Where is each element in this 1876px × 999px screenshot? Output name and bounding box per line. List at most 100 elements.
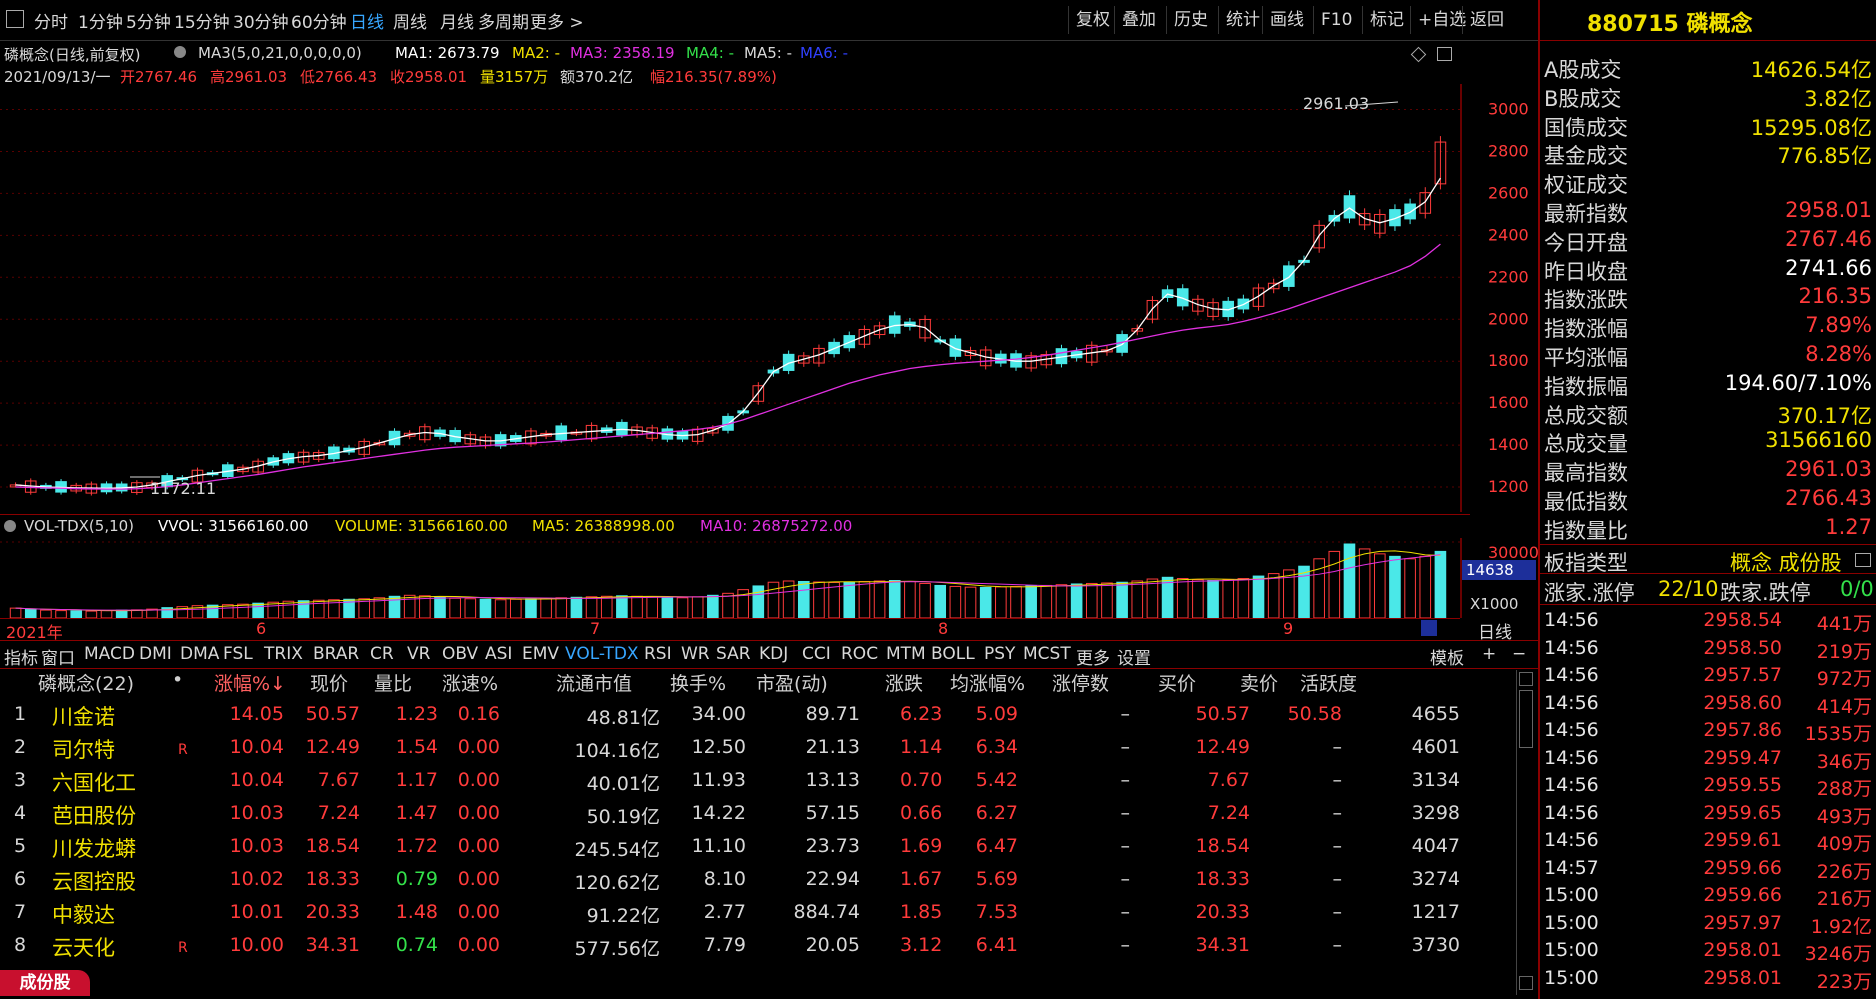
indicator-tab-18[interactable]: CCI bbox=[802, 644, 831, 664]
table-row[interactable]: 2 司尔特 R 10.04 12.49 1.54 0.00 104.16亿 12.50 21.13… bbox=[0, 731, 1520, 764]
indicator-tab-8[interactable]: CR bbox=[370, 644, 394, 664]
toolbar-button-5[interactable]: F10 bbox=[1313, 6, 1359, 34]
scroll-marker[interactable] bbox=[1421, 620, 1437, 636]
toolbar-button-8[interactable]: 返回 bbox=[1462, 6, 1511, 34]
indicator-tab-16[interactable]: SAR bbox=[716, 644, 751, 664]
indicator-tab-11[interactable]: ASI bbox=[485, 644, 512, 664]
toolbar-button-0[interactable]: 复权 bbox=[1068, 6, 1117, 34]
column-header-3[interactable]: 现价 bbox=[310, 669, 348, 696]
indicator-tab-5[interactable]: FSL bbox=[223, 644, 253, 664]
volume-bar bbox=[540, 597, 552, 618]
indicator-tab-20[interactable]: MTM bbox=[886, 644, 926, 664]
indicator-tab-3[interactable]: DMI bbox=[139, 644, 172, 664]
indicator-tab-12[interactable]: EMV bbox=[522, 644, 559, 664]
indicator-tab-0[interactable]: 指标 bbox=[4, 644, 38, 669]
indicator-tab-21[interactable]: BOLL bbox=[931, 644, 975, 664]
table-row[interactable]: 1 川金诺 14.05 50.57 1.23 0.16 48.81亿 34.00 89.71 6.… bbox=[0, 698, 1520, 731]
period-5[interactable]: 60分钟 bbox=[291, 8, 347, 33]
cell-price: 50.57 bbox=[305, 703, 360, 725]
period-1[interactable]: 1分钟 bbox=[78, 8, 123, 33]
toolbar-button-4[interactable]: 画线 bbox=[1262, 6, 1311, 34]
period-9[interactable]: 多周期 bbox=[478, 8, 529, 33]
table-row[interactable]: 3 六国化工 10.04 7.67 1.17 0.00 40.01亿 11.93 13.13 0.… bbox=[0, 764, 1520, 797]
column-header-9[interactable]: 涨跌 bbox=[885, 669, 923, 696]
indicator-tab-4[interactable]: DMA bbox=[180, 644, 219, 664]
cell-limit: – bbox=[1120, 835, 1131, 857]
column-header-10[interactable]: 均涨幅% bbox=[950, 669, 1025, 696]
info-label: 昨日收盘 bbox=[1544, 259, 1628, 284]
column-header-12[interactable]: 买价 bbox=[1158, 669, 1196, 696]
x-label-3: 8 bbox=[938, 619, 949, 638]
cell-turn: 2.77 bbox=[703, 901, 746, 923]
scroll-thumb[interactable] bbox=[1519, 690, 1533, 748]
column-header-0[interactable]: 磷概念(22) bbox=[38, 669, 134, 696]
column-header-13[interactable]: 卖价 bbox=[1240, 669, 1278, 696]
table-row[interactable]: 7 中毅达 10.01 20.33 1.48 0.00 91.22亿 2.77 884.74 1.… bbox=[0, 896, 1520, 929]
tab-right-0[interactable]: 模板 bbox=[1430, 644, 1464, 669]
indicator-tab-25[interactable]: 设置 bbox=[1117, 644, 1151, 669]
indicator-tab-6[interactable]: TRIX bbox=[264, 644, 303, 664]
table-row[interactable]: 5 川发龙蟒 10.03 18.54 1.72 0.00 245.54亿 11.10 23.73… bbox=[0, 830, 1520, 863]
period-3[interactable]: 15分钟 bbox=[174, 8, 230, 33]
column-header-8[interactable]: 市盈(动) bbox=[756, 669, 828, 696]
volume-chart[interactable] bbox=[0, 538, 1536, 618]
toolbar-button-3[interactable]: 统计 bbox=[1218, 6, 1267, 34]
indicator-tab-17[interactable]: KDJ bbox=[759, 644, 788, 664]
indicator-tab-2[interactable]: MACD bbox=[84, 644, 135, 664]
indicator-tab-9[interactable]: VR bbox=[407, 644, 430, 664]
period-0[interactable]: 分时 bbox=[34, 8, 68, 33]
indicator-tab-1[interactable]: 窗口 bbox=[41, 644, 75, 669]
info-row: 指数振幅 194.60/7.10% bbox=[1540, 369, 1876, 399]
table-scrollbar[interactable] bbox=[1516, 670, 1533, 995]
period-7[interactable]: 周线 bbox=[393, 8, 427, 33]
indicator-tabs: 指标 窗口 MACD DMI DMA FSL TRIX BRAR CR VR OBV ASI EMV VO… bbox=[0, 640, 1540, 669]
toolbar-button-2[interactable]: 历史 bbox=[1166, 6, 1215, 34]
window-icon[interactable] bbox=[1437, 47, 1452, 61]
tab-right-1[interactable]: + bbox=[1482, 644, 1496, 664]
trade-row: 15:00 2958.01 3246万 bbox=[1540, 937, 1876, 965]
column-header-1[interactable]: • bbox=[172, 669, 183, 691]
indicator-tab-22[interactable]: PSY bbox=[984, 644, 1015, 664]
tab-right-2[interactable]: − bbox=[1512, 644, 1526, 664]
cell-n: 5 bbox=[14, 835, 27, 857]
grid-icon[interactable] bbox=[1855, 553, 1871, 567]
table-row[interactable]: 4 芭田股份 10.03 7.24 1.47 0.00 50.19亿 14.22 57.15 0.… bbox=[0, 797, 1520, 830]
period-6[interactable]: 日线 bbox=[350, 8, 384, 33]
toolbar-button-1[interactable]: 叠加 bbox=[1114, 6, 1163, 34]
period-8[interactable]: 月线 bbox=[440, 8, 474, 33]
table-row[interactable]: 6 云图控股 10.02 18.33 0.79 0.00 120.62亿 8.10 22.94 1… bbox=[0, 863, 1520, 896]
vol-toggle-icon[interactable] bbox=[4, 520, 16, 532]
scroll-down-icon[interactable] bbox=[1519, 976, 1533, 990]
info-value: 776.85亿 bbox=[1777, 144, 1872, 169]
column-header-6[interactable]: 流通市值 bbox=[556, 669, 632, 696]
volume-bar bbox=[509, 598, 522, 618]
info-row: 最低指数 2766.43 bbox=[1540, 484, 1876, 514]
vol-unit: X1000 bbox=[1470, 595, 1519, 613]
indicator-tab-24[interactable]: 更多 bbox=[1076, 644, 1110, 669]
menu-icon[interactable] bbox=[6, 10, 24, 28]
period-10[interactable]: 更多 > bbox=[530, 8, 584, 33]
indicator-tab-19[interactable]: ROC bbox=[841, 644, 878, 664]
cell-diff: 6.23 bbox=[900, 703, 943, 725]
kline-chart[interactable]: 1200 1400 1600 1800 2000 2200 2400 2600 2800 3000 bbox=[0, 84, 1536, 512]
period-2[interactable]: 5分钟 bbox=[126, 8, 171, 33]
column-header-2[interactable]: 涨幅%↓ bbox=[214, 669, 286, 696]
indicator-tab-15[interactable]: WR bbox=[681, 644, 710, 664]
indicator-tab-10[interactable]: OBV bbox=[442, 644, 478, 664]
indicator-tab-7[interactable]: BRAR bbox=[313, 644, 359, 664]
indicator-tab-13[interactable]: VOL-TDX bbox=[565, 644, 639, 664]
scroll-up-icon[interactable] bbox=[1519, 672, 1533, 686]
toolbar-button-6[interactable]: 标记 bbox=[1362, 6, 1411, 34]
column-header-5[interactable]: 涨速% bbox=[442, 669, 498, 696]
column-header-14[interactable]: 活跃度 bbox=[1300, 669, 1357, 696]
table-row[interactable]: 8 云天化 R 10.00 34.31 0.74 0.00 577.56亿 7.79 20.05 3… bbox=[0, 929, 1520, 962]
indicator-tab-23[interactable]: MCST bbox=[1023, 644, 1071, 664]
period-4[interactable]: 30分钟 bbox=[233, 8, 289, 33]
bottom-tab-constituents[interactable]: 成份股 bbox=[0, 970, 90, 996]
indicator-tab-14[interactable]: RSI bbox=[644, 644, 672, 664]
column-header-7[interactable]: 换手% bbox=[670, 669, 726, 696]
column-header-11[interactable]: 涨停数 bbox=[1052, 669, 1109, 696]
ma-toggle-icon[interactable] bbox=[174, 46, 186, 58]
column-header-4[interactable]: 量比 bbox=[374, 669, 412, 696]
info-value: 370.17亿 bbox=[1777, 403, 1872, 428]
